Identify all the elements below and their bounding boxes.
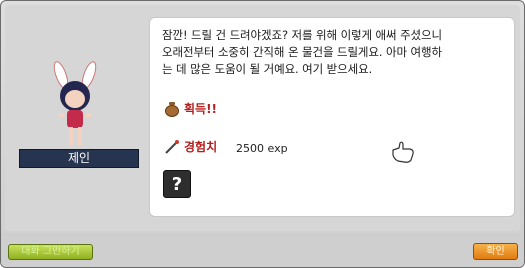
npc-nameplate: 제인 <box>19 149 139 168</box>
dialog-text-box: 잠깐! 드릴 건 드려야겠죠? 저를 위해 이렇게 애써 주셨으니 오래전부터 … <box>149 17 515 217</box>
acquire-label: 획득!! <box>184 102 218 116</box>
money-bag-icon <box>165 101 179 117</box>
exp-label: 경험치 <box>184 140 218 154</box>
dialog-message: 잠깐! 드릴 건 드려야겠죠? 저를 위해 이렇게 애써 주셨으니 오래전부터 … <box>162 27 508 78</box>
acquire-row: 획득!! <box>164 100 217 117</box>
svg-text:?: ? <box>172 174 182 195</box>
dialog-line: 오래전부터 소중히 간직해 온 물건을 드릴게요. 아마 여행하 <box>162 45 442 59</box>
hand-cursor-icon <box>392 141 414 163</box>
exp-value: 2500 exp <box>236 142 288 155</box>
end-chat-button[interactable]: 대화 그만하기 <box>8 244 93 260</box>
npc-portrait <box>53 61 97 145</box>
npc-dialog-window: 제인 잠깐! 드릴 건 드려야겠죠? 저를 위해 이렇게 애써 주셨으니 오래전… <box>0 0 525 268</box>
dialog-line: 는 데 많은 도움이 될 거예요. 여기 받으세요. <box>162 62 373 76</box>
exp-row: 경험치 <box>164 138 217 155</box>
exp-needle-icon <box>165 139 179 154</box>
question-box-icon[interactable]: ? <box>163 170 191 198</box>
ok-button[interactable]: 확인 <box>473 243 518 260</box>
dialog-line: 잠깐! 드릴 건 드려야겠죠? 저를 위해 이렇게 애써 주셨으니 <box>162 28 442 42</box>
